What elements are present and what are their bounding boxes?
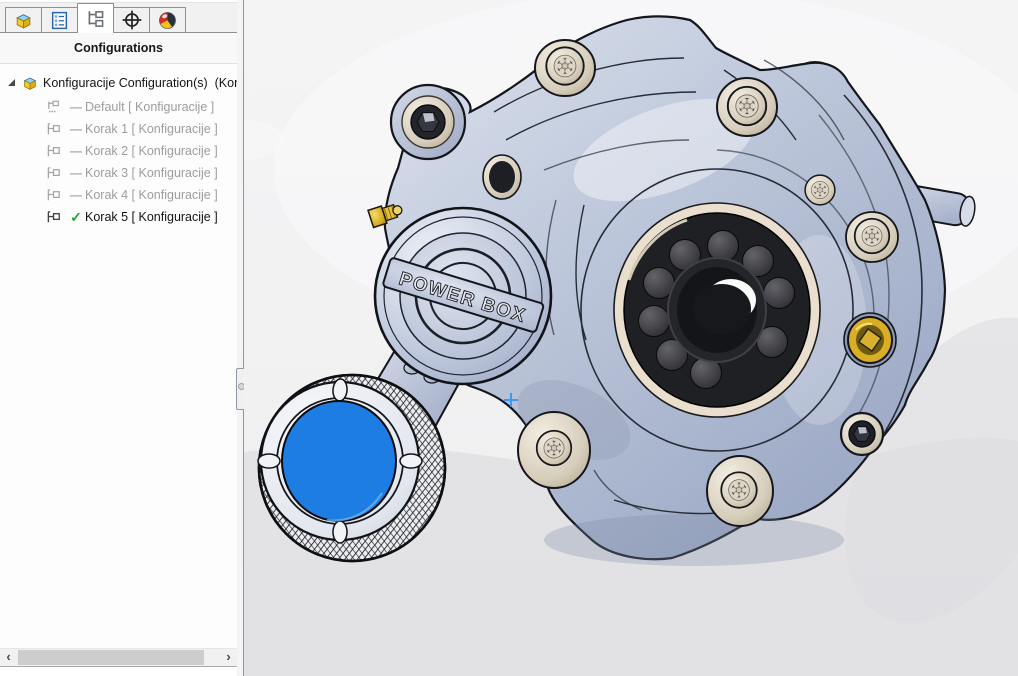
tab-configurationmanager[interactable] [77,3,114,33]
tab-displaymanager[interactable] [149,7,186,32]
graphics-viewport[interactable]: POWER BOX [244,0,1018,676]
torx-screw-right-upper[interactable] [805,175,835,205]
scroll-right-arrow-icon[interactable]: › [220,649,237,666]
featuremanager-part-icon [13,10,34,31]
torx-screw-right-mid[interactable] [846,212,898,262]
config-state-dash-icon: — [67,188,85,202]
solidworks-window: Configurations Konfiguracije Configurati… [0,0,1018,676]
configurationmanager-icon [85,8,107,30]
configuration-icon [46,122,63,136]
configuration-icon [46,144,63,158]
panel-horizontal-scrollbar[interactable]: ‹ › [0,648,237,666]
configuration-manager-panel: Configurations Konfiguracije Configurati… [0,0,237,676]
config-item-korak-1[interactable]: — Korak 1 [ Konfiguracije ] [0,118,237,140]
torx-screw-top-mid[interactable] [717,78,777,136]
panel-title: Configurations [0,33,237,64]
config-item-default[interactable]: — Default [ Konfiguracije ] [0,96,237,118]
config-item-korak-5[interactable]: ✓ Korak 5 [ Konfiguracije ] [0,206,237,228]
torx-screw-bottom-right[interactable] [707,456,773,526]
scrollbar-track[interactable] [17,649,220,666]
propertymanager-icon [49,10,70,31]
tab-featuremanager[interactable] [5,7,42,32]
config-state-dash-icon: — [67,100,85,114]
config-item-korak-3[interactable]: — Korak 3 [ Konfiguracije ] [0,162,237,184]
root-label: Konfiguracije Configuration(s) (Kora [43,76,237,90]
manager-tab-bar [0,2,237,33]
config-state-dash-icon: — [67,144,85,158]
power-box-cap[interactable]: POWER BOX [373,208,553,384]
active-config-check-icon: ✓ [67,209,85,226]
part-icon [21,74,39,92]
gold-plug-screw[interactable] [844,313,896,367]
configuration-icon [46,188,63,202]
model-canvas[interactable]: POWER BOX [244,0,1018,676]
default-configuration-icon [46,100,63,114]
ball-bearing[interactable] [614,203,820,417]
panel-footer [0,666,237,676]
torx-screw-bottom-left[interactable] [518,412,590,488]
panel-splitter[interactable] [237,0,244,676]
torx-screw-top-left[interactable] [535,40,595,96]
dimxpert-target-icon [121,9,143,31]
config-item-korak-2[interactable]: — Korak 2 [ Konfiguracije ] [0,140,237,162]
config-state-dash-icon: — [67,122,85,136]
tree-root-configurations[interactable]: Konfiguracije Configuration(s) (Kora [0,70,237,96]
hex-socket-screw[interactable] [841,413,883,455]
configuration-tree: Konfiguracije Configuration(s) (Kora — D… [0,70,237,228]
scrollbar-thumb[interactable] [18,650,204,665]
active-configuration-icon [46,210,63,224]
scroll-left-arrow-icon[interactable]: ‹ [0,649,17,666]
knob-blue-face[interactable] [282,401,396,521]
config-state-dash-icon: — [67,166,85,180]
small-bore[interactable] [483,155,521,199]
configuration-icon [46,166,63,180]
tab-dimxpertmanager[interactable] [113,7,150,32]
tree-expander-icon[interactable] [8,79,15,86]
displaymanager-ball-icon [157,10,178,31]
config-item-korak-4[interactable]: — Korak 4 [ Konfiguracije ] [0,184,237,206]
hex-socket-boss-top-left[interactable] [391,85,465,159]
tab-propertymanager[interactable] [41,7,78,32]
blue-knob[interactable] [258,375,445,561]
